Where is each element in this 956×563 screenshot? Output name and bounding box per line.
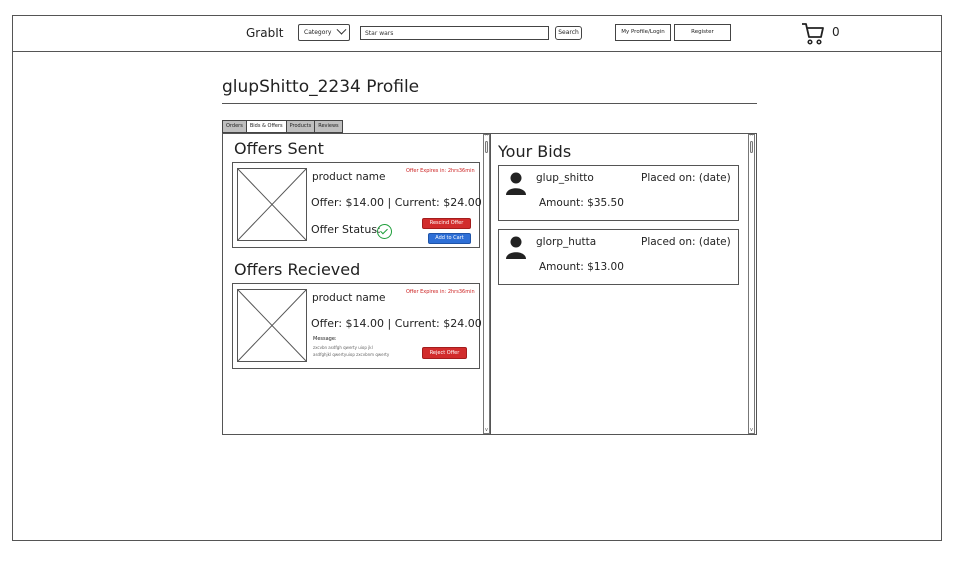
tab-products[interactable]: Products <box>285 120 316 133</box>
offer-expiry: Offer Expires in: 2hrs36min <box>406 289 475 295</box>
register-button[interactable]: Register <box>674 24 731 41</box>
bid-username[interactable]: glorp_hutta <box>536 236 596 248</box>
reject-offer-button[interactable]: Reject Offer <box>422 347 467 359</box>
scroll-down-icon[interactable]: v <box>484 428 489 433</box>
your-bids-title: Your Bids <box>498 142 572 161</box>
offer-status-label: Offer Status: <box>311 223 381 236</box>
scroll-thumb[interactable] <box>485 141 488 153</box>
bid-card: glorp_hutta Placed on: (date) Amount: $1… <box>498 229 739 285</box>
bid-amount: Amount: $13.00 <box>539 261 624 273</box>
message-label: Message: <box>313 336 337 342</box>
profile-login-button[interactable]: My Profile/Login <box>615 24 671 41</box>
rescind-offer-button[interactable]: Rescind Offer <box>422 218 471 229</box>
product-image-placeholder <box>237 289 307 362</box>
profile-tabs: Orders Bids & Offers Products Reviews <box>222 120 343 133</box>
offer-sent-card: product name Offer Expires in: 2hrs36min… <box>232 162 482 248</box>
tab-bids-offers[interactable]: Bids & Offers <box>245 120 287 133</box>
product-name[interactable]: product name <box>312 292 386 304</box>
scroll-up-icon[interactable]: ^ <box>484 135 489 140</box>
search-button[interactable]: Search <box>555 26 582 40</box>
message-text-line: zxcvbn asdfgh qwerty uiop jkl <box>313 345 373 350</box>
chevron-down-icon <box>336 24 347 35</box>
category-dropdown[interactable]: Category <box>298 24 350 41</box>
tab-orders[interactable]: Orders <box>222 120 247 133</box>
bids-scrollbar[interactable]: ^ v <box>748 134 755 434</box>
bid-card: glup_shitto Placed on: (date) Amount: $3… <box>498 165 739 221</box>
scroll-down-icon[interactable]: v <box>749 428 754 433</box>
bid-amount: Amount: $35.50 <box>539 197 624 209</box>
bid-placed-date: Placed on: (date) <box>641 236 731 248</box>
title-divider <box>222 103 757 104</box>
category-label: Category <box>304 29 332 36</box>
cart-icon[interactable] <box>801 22 825 46</box>
offer-received-card: product name Offer Expires in: 2hrs36min… <box>232 283 482 369</box>
cart-count: 0 <box>832 25 840 39</box>
add-to-cart-button[interactable]: Add to Cart <box>428 233 471 244</box>
product-name[interactable]: product name <box>312 171 386 183</box>
offer-expiry: Offer Expires in: 2hrs36min <box>406 168 475 174</box>
check-circle-icon <box>377 224 392 239</box>
search-input[interactable] <box>360 26 549 40</box>
bid-username[interactable]: glup_shitto <box>536 172 594 184</box>
page-title: glupShitto_2234 Profile <box>222 77 420 97</box>
offer-amount: Offer: $14.00 | Current: $24.00 <box>311 196 482 209</box>
scroll-up-icon[interactable]: ^ <box>749 135 754 140</box>
column-divider <box>490 133 491 435</box>
offer-amount: Offer: $14.00 | Current: $24.00 <box>311 317 482 330</box>
brand-logo[interactable]: GrabIt <box>246 26 283 40</box>
offers-received-title: Offers Recieved <box>234 260 361 279</box>
user-avatar-icon <box>506 236 526 259</box>
product-image-placeholder <box>237 168 307 241</box>
message-text-line: asdfghjkl qwertyuiop zxcvbnm qwerty <box>313 352 390 357</box>
user-avatar-icon <box>506 172 526 195</box>
bid-placed-date: Placed on: (date) <box>641 172 731 184</box>
offers-scrollbar[interactable]: ^ v <box>483 134 490 434</box>
offers-sent-title: Offers Sent <box>234 139 324 158</box>
scroll-thumb[interactable] <box>750 141 753 153</box>
tab-reviews[interactable]: Reviews <box>314 120 343 133</box>
